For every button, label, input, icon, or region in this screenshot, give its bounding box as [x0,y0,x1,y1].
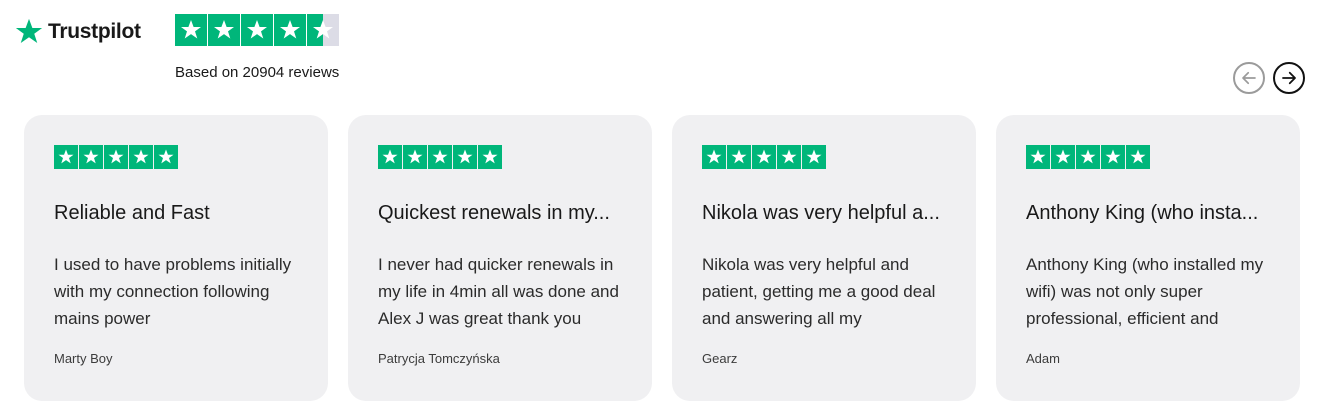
reviews-summary[interactable]: Based on 20904 reviews [175,64,339,81]
review-star-icon [727,145,751,169]
review-star-icon [1076,145,1100,169]
review-star-icon [378,145,402,169]
review-stars [1026,145,1150,169]
rating-star-icon [241,14,273,46]
review-star-icon [104,145,128,169]
review-body: I used to have problems initially with m… [54,255,292,328]
review-star-icon [54,145,78,169]
review-star-icon [1126,145,1150,169]
review-star-icon [752,145,776,169]
review-body: Anthony King (who installed my wifi) was… [1026,255,1264,328]
rating-star-half-icon [307,14,339,46]
review-star-icon [702,145,726,169]
review-star-icon [154,145,178,169]
review-body: Nikola was very helpful and patient, get… [702,255,936,328]
arrow-right-icon [1282,71,1296,85]
review-star-icon [129,145,153,169]
review-body: I never had quicker renewals in my life … [378,255,619,328]
review-author: Patrycja Tomczyńska [378,351,500,366]
trustpilot-logo[interactable]: Trustpilot [14,14,141,50]
review-card[interactable]: Anthony King (who insta... Anthony King … [996,115,1300,401]
rating-star-icon [274,14,306,46]
review-stars [702,145,826,169]
review-star-icon [777,145,801,169]
rating-star-icon [175,14,207,46]
review-title: Nikola was very helpful a... [702,202,940,224]
review-card[interactable]: Quickest renewals in my... I never had q… [348,115,652,401]
review-star-icon [478,145,502,169]
previous-button[interactable] [1233,62,1265,94]
review-star-icon [802,145,826,169]
review-title: Quickest renewals in my... [378,202,610,224]
review-star-icon [428,145,452,169]
next-button[interactable] [1273,62,1305,94]
review-stars [378,145,502,169]
review-star-icon [1101,145,1125,169]
review-author: Marty Boy [54,351,113,366]
rating-star-icon [208,14,240,46]
review-author: Gearz [702,351,738,366]
review-card[interactable]: Nikola was very helpful a... Nikola was … [672,115,976,401]
review-card[interactable]: Reliable and Fast I used to have problem… [24,115,328,401]
review-author: Adam [1026,351,1060,366]
review-star-icon [79,145,103,169]
review-star-icon [1051,145,1075,169]
review-title: Anthony King (who insta... [1026,202,1259,224]
review-title: Reliable and Fast [54,202,210,224]
star-icon [15,18,43,43]
review-star-icon [453,145,477,169]
overall-rating-stars [175,14,339,46]
brand-name: Trustpilot [48,20,141,43]
review-star-icon [1026,145,1050,169]
review-stars [54,145,178,169]
arrow-left-icon [1242,71,1256,85]
review-star-icon [403,145,427,169]
